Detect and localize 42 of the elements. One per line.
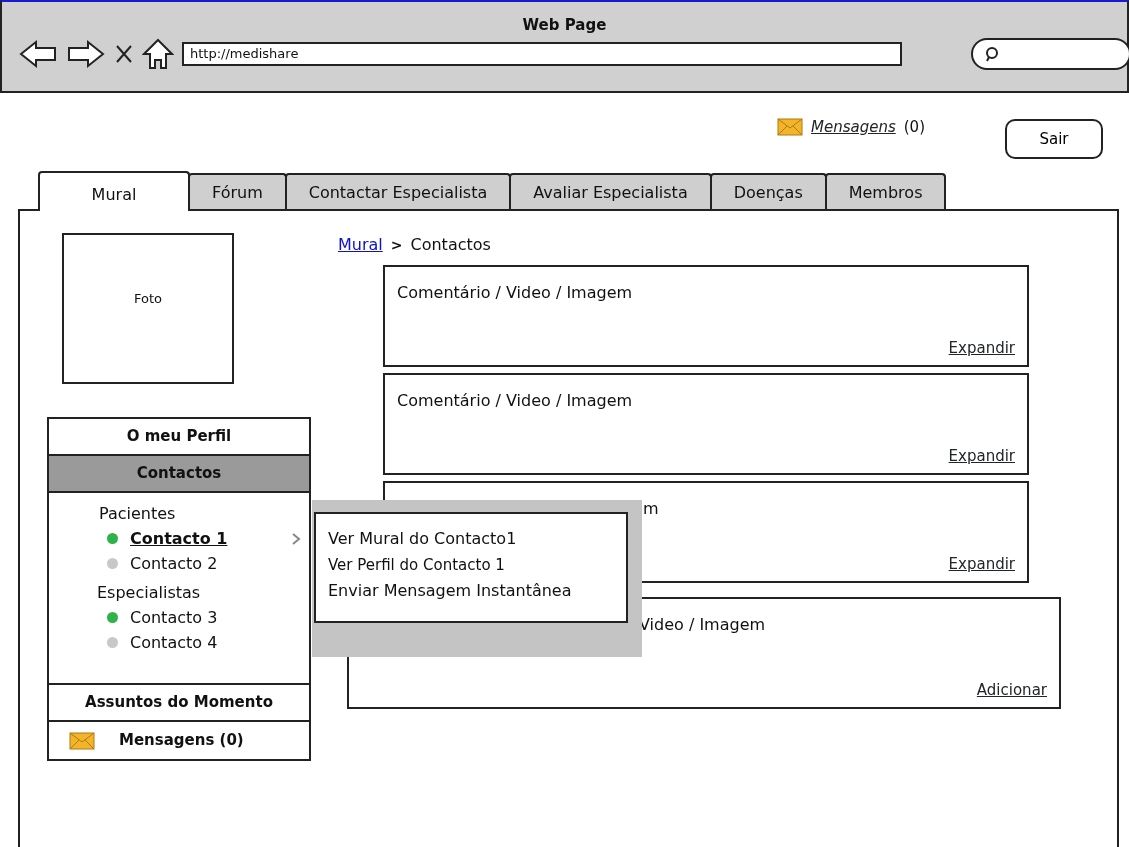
tab[interactable]: Doenças xyxy=(709,173,827,209)
post-title: m xyxy=(642,498,660,520)
tab[interactable]: Avaliar Especialista xyxy=(509,173,712,209)
sidebar-item[interactable]: Mensagens (0) xyxy=(49,722,309,759)
add-link[interactable]: Adicionar xyxy=(976,678,1047,701)
sidebar-item[interactable]: Assuntos do Momento xyxy=(49,685,309,722)
window-title: Web Page xyxy=(521,15,608,34)
breadcrumb-current: Contactos xyxy=(410,234,491,256)
menu-item[interactable]: Ver Mural do Contacto1 xyxy=(328,526,614,552)
group-label: Especialistas xyxy=(96,582,202,604)
post-title: Comentário / Video / Imagem xyxy=(397,282,634,304)
address-field[interactable]: http://medishare xyxy=(182,42,902,66)
chevron-icon[interactable] xyxy=(291,532,302,545)
breadcrumb-separator: > xyxy=(390,235,403,255)
post-title: Comentário / Video / Imagem xyxy=(397,390,634,412)
search-field[interactable] xyxy=(971,38,1129,70)
mail-icon[interactable] xyxy=(69,731,95,750)
contact-link[interactable]: Contacto 3 xyxy=(130,605,218,630)
contact-link[interactable]: Contacto 4 xyxy=(130,630,218,655)
close-icon[interactable] xyxy=(114,43,134,65)
group-label: Pacientes xyxy=(98,503,177,525)
sidebar-item[interactable]: Contactos xyxy=(49,456,309,493)
expand-link[interactable]: Expandir xyxy=(948,336,1015,359)
expand-link[interactable]: Expandir xyxy=(948,444,1015,467)
menu-item[interactable]: Ver Perfil do Contacto 1 xyxy=(328,552,614,578)
tab[interactable]: Membros xyxy=(824,173,947,209)
breadcrumb-link[interactable]: Mural xyxy=(338,233,383,257)
menu-item[interactable]: Enviar Mensagem Instantânea xyxy=(328,578,614,604)
logout-button[interactable]: Sair xyxy=(1005,119,1103,159)
messages-count: (0) xyxy=(903,116,925,138)
back-arrow-icon[interactable] xyxy=(18,39,58,69)
home-icon[interactable] xyxy=(142,38,174,70)
tab[interactable]: Fórum xyxy=(188,173,287,209)
expand-link[interactable]: Expandir xyxy=(948,552,1015,575)
tab[interactable]: Mural xyxy=(38,171,190,211)
messages-link[interactable]: Mensagens xyxy=(811,115,896,139)
tab[interactable]: Contactar Especialista xyxy=(284,173,512,209)
search-icon[interactable] xyxy=(983,46,999,62)
forward-arrow-icon[interactable] xyxy=(66,39,106,69)
contact-link[interactable]: Contacto 2 xyxy=(130,551,218,576)
photo-placeholder-label: Foto xyxy=(134,289,162,308)
contact-link[interactable]: Contacto 1 xyxy=(130,526,228,551)
